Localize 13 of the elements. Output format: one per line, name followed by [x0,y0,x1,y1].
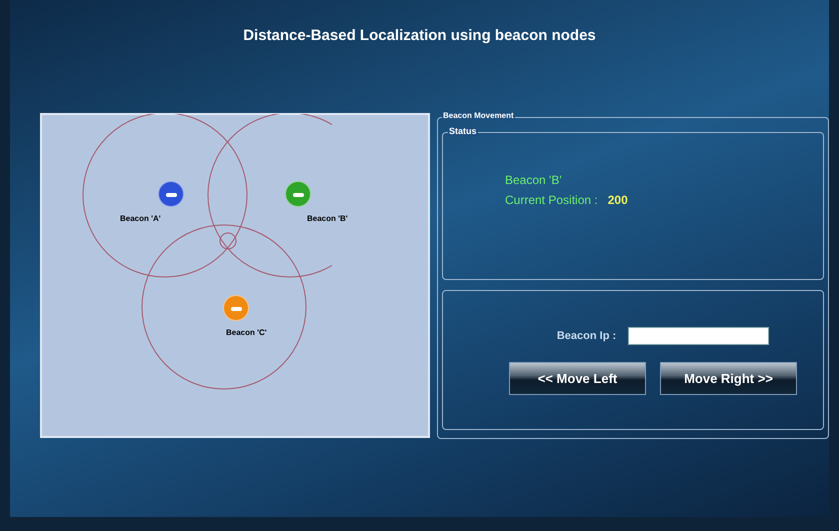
input-label: Beacon Ip : [556,328,616,344]
beacon-ip-field[interactable] [628,327,770,345]
move-button[interactable]: Move Right >> [660,362,797,395]
beacon-name: Beacon 'B' [505,172,563,189]
window-title: Distance-Based Localization using beacon nodes [243,26,596,46]
beacon-label: Beacon 'C' [226,327,267,339]
status-title: Status [448,127,478,136]
move-button[interactable]: << Move Left [509,362,646,395]
position-label: Current Position : [505,192,598,209]
position-value: 200 [608,192,628,209]
beacon-label: Beacon 'B' [307,213,348,225]
panel-title: Beacon Movement [442,112,515,120]
beacon-label: Beacon 'A' [120,213,161,225]
